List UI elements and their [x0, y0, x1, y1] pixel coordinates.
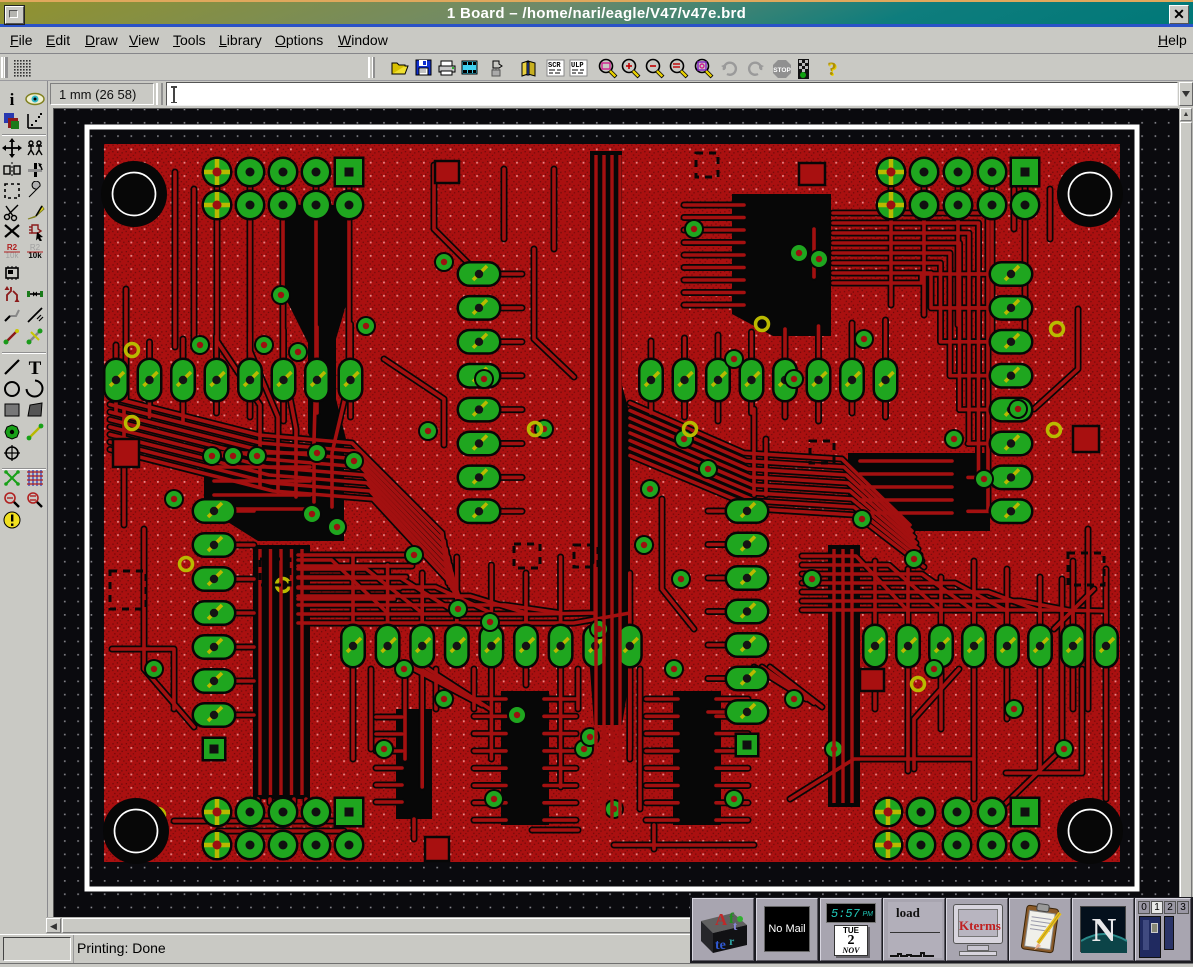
svg-text:STOP: STOP [773, 67, 791, 74]
svg-text:i: i [10, 90, 15, 109]
svg-text:r: r [729, 934, 735, 948]
svg-text:?: ? [827, 59, 837, 80]
svg-text:N: N [1092, 912, 1117, 949]
svg-text:te: te [715, 938, 726, 953]
svg-text:T: T [29, 358, 42, 377]
svg-text:t: t [733, 918, 738, 933]
svg-text:SCR: SCR [548, 62, 561, 70]
svg-text:ULP: ULP [571, 62, 584, 70]
svg-text:A: A [715, 910, 728, 929]
